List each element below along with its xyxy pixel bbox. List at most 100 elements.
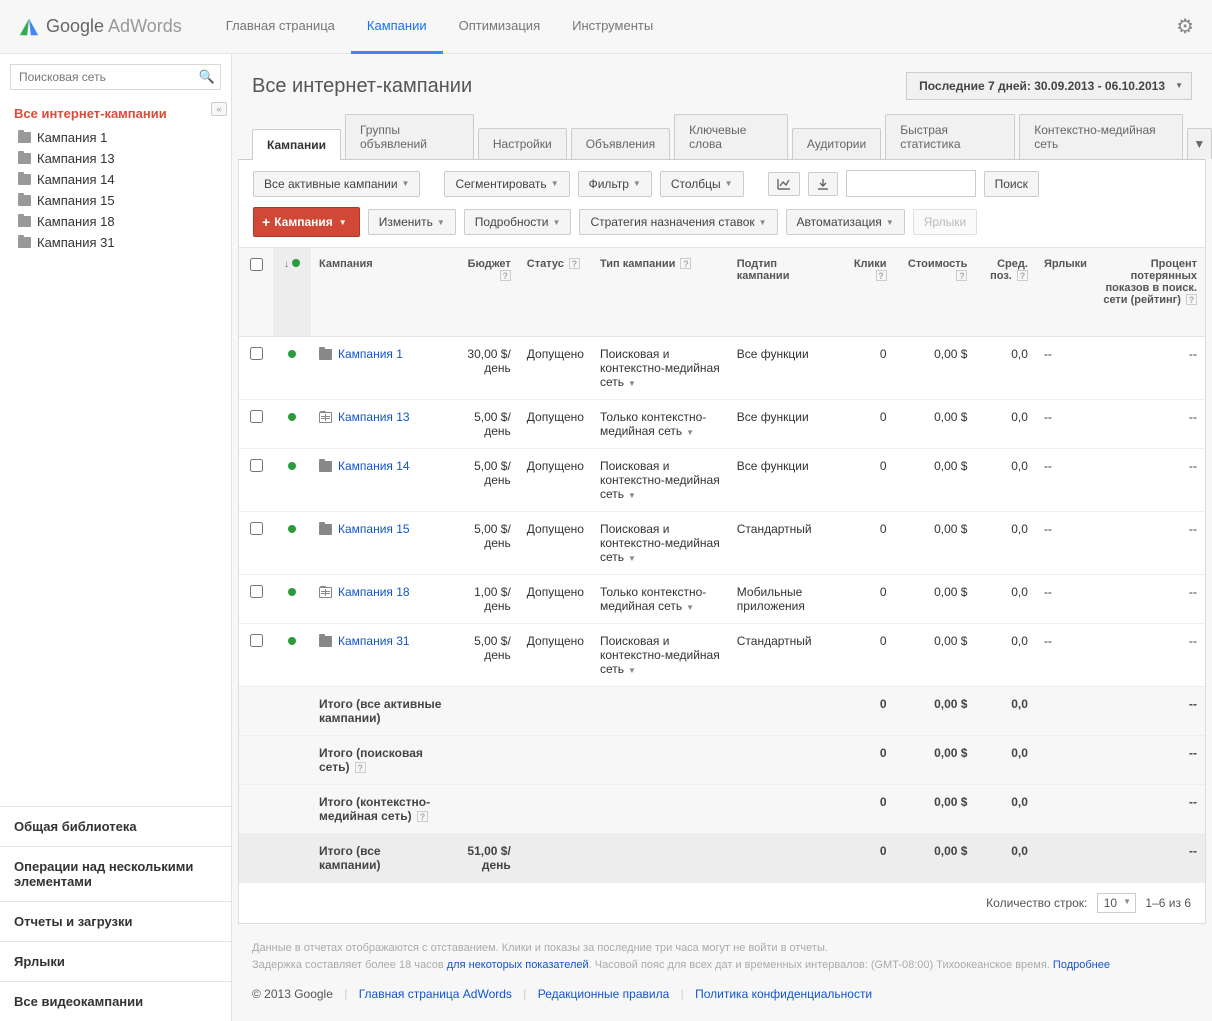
sidebar-campaign-item[interactable]: Кампания 31 — [14, 232, 231, 253]
campaign-link[interactable]: Кампания 18 — [338, 585, 410, 599]
automation-button[interactable]: Автоматизация▼ — [786, 209, 905, 235]
sort-column[interactable]: ↓ — [273, 248, 311, 337]
columns-button[interactable]: Столбцы▼ — [660, 171, 744, 197]
col-campaign[interactable]: Кампания — [311, 248, 450, 337]
settings-gear-icon[interactable]: ⚙ — [1176, 14, 1194, 39]
content-panel: Все активные кампании▼ Сегментировать▼ Ф… — [238, 159, 1206, 924]
col-subtype[interactable]: Подтип кампании — [729, 248, 841, 337]
footer-link-home[interactable]: Главная страница AdWords — [359, 987, 512, 1001]
campaign-type-icon — [319, 587, 332, 598]
rows-label: Количество строк: — [986, 896, 1087, 910]
sub-tab-3[interactable]: Объявления — [571, 128, 670, 159]
sub-tab-2[interactable]: Настройки — [478, 128, 567, 159]
new-campaign-button[interactable]: +Кампания▼ — [253, 207, 360, 237]
help-icon[interactable]: ? — [876, 270, 887, 281]
segment-button[interactable]: Сегментировать▼ — [444, 171, 569, 197]
col-budget[interactable]: Бюджет ? — [450, 248, 519, 337]
campaign-link[interactable]: Кампания 1 — [338, 347, 403, 361]
help-icon[interactable]: ? — [417, 811, 428, 822]
col-lost-is[interactable]: Процент потерянных показов в поиск. сети… — [1095, 248, 1205, 337]
some-metrics-link[interactable]: для некоторых показателей — [447, 959, 589, 971]
help-icon[interactable]: ? — [500, 270, 511, 281]
row-checkbox[interactable] — [250, 347, 263, 360]
details-button[interactable]: Подробности▼ — [464, 209, 572, 235]
help-icon[interactable]: ? — [1017, 270, 1028, 281]
cell-type[interactable]: Поисковая и контекстно-медийная сеть▼ — [592, 449, 729, 512]
col-avgpos[interactable]: Сред. поз. ? — [975, 248, 1036, 337]
logo[interactable]: Google AdWords — [18, 16, 182, 38]
sub-tab-1[interactable]: Группы объявлений — [345, 114, 474, 159]
chart-toggle-button[interactable] — [768, 172, 800, 196]
sidebar-link-0[interactable]: Общая библиотека — [0, 806, 231, 846]
sub-tab-more[interactable]: ▼ — [1187, 128, 1212, 159]
sidebar-campaign-item[interactable]: Кампания 13 — [14, 148, 231, 169]
select-all-checkbox[interactable] — [250, 258, 263, 271]
nav-tab-3[interactable]: Инструменты — [556, 0, 669, 54]
sidebar-link-2[interactable]: Отчеты и загрузки — [0, 901, 231, 941]
cell-budget: 5,00 $/день — [450, 624, 519, 687]
cell-lost-is: -- — [1095, 449, 1205, 512]
folder-icon — [18, 153, 31, 164]
campaign-link[interactable]: Кампания 13 — [338, 410, 410, 424]
cell-labels: -- — [1036, 624, 1095, 687]
rows-per-page-select[interactable]: 10 — [1097, 893, 1136, 913]
row-checkbox[interactable] — [250, 522, 263, 535]
sub-tab-4[interactable]: Ключевые слова — [674, 114, 788, 159]
sidebar-item-label: Кампания 14 — [37, 172, 115, 187]
table-row: Кампания 130,00 $/деньДопущеноПоисковая … — [239, 337, 1205, 400]
table-search-input[interactable] — [846, 170, 976, 197]
help-icon[interactable]: ? — [355, 762, 366, 773]
cell-type[interactable]: Поисковая и контекстно-медийная сеть▼ — [592, 624, 729, 687]
help-icon[interactable]: ? — [569, 258, 580, 269]
collapse-sidebar-button[interactable]: « — [211, 102, 227, 116]
nav-tab-2[interactable]: Оптимизация — [443, 0, 557, 54]
cell-type[interactable]: Только контекстно-медийная сеть▼ — [592, 575, 729, 624]
help-icon[interactable]: ? — [1186, 294, 1197, 305]
table-row: Кампания 155,00 $/деньДопущеноПоисковая … — [239, 512, 1205, 575]
learn-more-link[interactable]: Подробнее — [1053, 959, 1110, 971]
cell-type[interactable]: Только контекстно-медийная сеть▼ — [592, 400, 729, 449]
row-checkbox[interactable] — [250, 585, 263, 598]
tree-root-all-campaigns[interactable]: Все интернет-кампании — [14, 106, 231, 121]
sub-tab-5[interactable]: Аудитории — [792, 128, 881, 159]
campaign-status-filter[interactable]: Все активные кампании▼ — [253, 171, 420, 197]
row-checkbox[interactable] — [250, 634, 263, 647]
campaign-link[interactable]: Кампания 15 — [338, 522, 410, 536]
cell-type[interactable]: Поисковая и контекстно-медийная сеть▼ — [592, 512, 729, 575]
sidebar-campaign-item[interactable]: Кампания 18 — [14, 211, 231, 232]
row-checkbox[interactable] — [250, 410, 263, 423]
sidebar-campaign-item[interactable]: Кампания 14 — [14, 169, 231, 190]
help-icon[interactable]: ? — [956, 270, 967, 281]
nav-tab-1[interactable]: Кампании — [351, 0, 443, 54]
col-clicks[interactable]: Клики ? — [840, 248, 894, 337]
sidebar-link-4[interactable]: Все видеокампании — [0, 981, 231, 1021]
search-button[interactable]: Поиск — [984, 171, 1039, 197]
table-pager: Количество строк: 10 1–6 из 6 — [239, 883, 1205, 923]
col-type[interactable]: Тип кампании ? — [592, 248, 729, 337]
date-range-picker[interactable]: Последние 7 дней: 30.09.2013 - 06.10.201… — [906, 72, 1192, 100]
sidebar-campaign-item[interactable]: Кампания 1 — [14, 127, 231, 148]
row-checkbox[interactable] — [250, 459, 263, 472]
footer-link-editorial[interactable]: Редакционные правила — [538, 987, 670, 1001]
sidebar-search-input[interactable] — [10, 64, 221, 90]
col-cost[interactable]: Стоимость ? — [895, 248, 976, 337]
edit-button[interactable]: Изменить▼ — [368, 209, 456, 235]
help-icon[interactable]: ? — [680, 258, 691, 269]
col-labels[interactable]: Ярлыки — [1036, 248, 1095, 337]
filter-button[interactable]: Фильтр▼ — [578, 171, 652, 197]
footer-link-privacy[interactable]: Политика конфиденциальности — [695, 987, 872, 1001]
sidebar-link-3[interactable]: Ярлыки — [0, 941, 231, 981]
sidebar-campaign-item[interactable]: Кампания 15 — [14, 190, 231, 211]
nav-tab-0[interactable]: Главная страница — [210, 0, 351, 54]
cell-type[interactable]: Поисковая и контекстно-медийная сеть▼ — [592, 337, 729, 400]
bid-strategy-button[interactable]: Стратегия назначения ставок▼ — [579, 209, 777, 235]
sub-tab-7[interactable]: Контекстно-медийная сеть — [1019, 114, 1182, 159]
download-button[interactable] — [808, 172, 838, 196]
sub-tab-0[interactable]: Кампании — [252, 129, 341, 160]
campaign-link[interactable]: Кампания 31 — [338, 634, 410, 648]
col-status[interactable]: Статус ? — [519, 248, 592, 337]
campaign-link[interactable]: Кампания 14 — [338, 459, 410, 473]
sub-tab-6[interactable]: Быстрая статистика — [885, 114, 1015, 159]
sidebar-link-1[interactable]: Операции над несколькими элементами — [0, 846, 231, 901]
search-icon[interactable]: 🔍 — [199, 69, 215, 85]
